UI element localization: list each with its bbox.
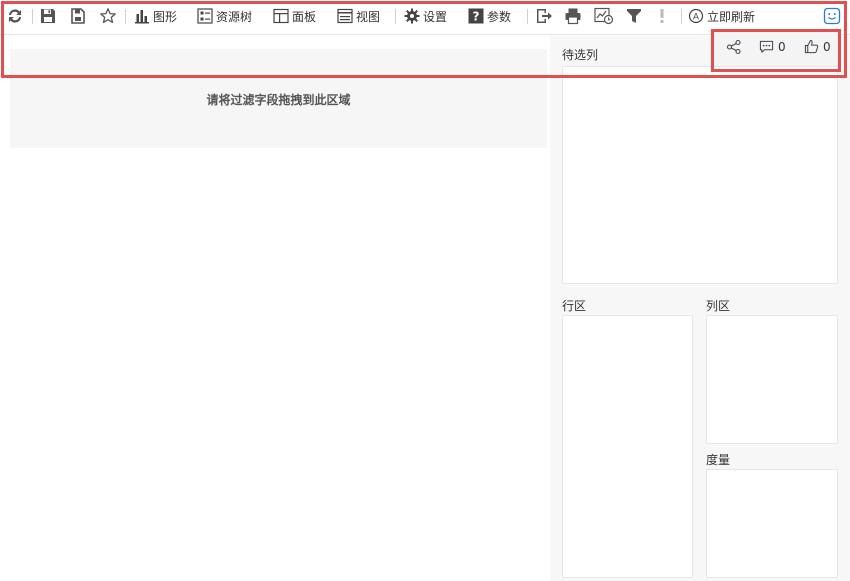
auto-refresh-icon: A xyxy=(688,8,704,24)
candidates-label: 待选列 xyxy=(562,48,599,62)
measures-label: 度量 xyxy=(706,453,731,467)
toolbar-divider xyxy=(527,9,528,24)
svg-text:A: A xyxy=(693,13,700,23)
comment-button[interactable]: 0 xyxy=(759,39,786,54)
settings-button[interactable]: 设置 xyxy=(404,5,447,27)
chart-button[interactable]: 图形 xyxy=(134,5,177,27)
resource-tree-label: 资源树 xyxy=(216,9,253,24)
resource-tree-icon xyxy=(197,8,213,24)
schedule-chart-icon[interactable] xyxy=(594,5,614,27)
columns-drop-area[interactable] xyxy=(706,315,838,444)
thumbs-up-icon xyxy=(804,39,819,54)
view-icon xyxy=(337,8,353,24)
share-button[interactable] xyxy=(726,39,742,55)
svg-text:?: ? xyxy=(473,10,480,24)
bar-chart-icon xyxy=(135,10,149,24)
assistant-face-icon[interactable] xyxy=(823,5,841,27)
filter-icon[interactable] xyxy=(625,5,643,27)
alert-icon[interactable] xyxy=(655,5,669,27)
comment-icon xyxy=(759,40,774,53)
share-icon xyxy=(726,39,741,55)
refresh-now-button[interactable]: A 立即刷新 xyxy=(688,5,755,27)
panel-button[interactable]: 面板 xyxy=(273,5,316,27)
filter-drop-hint: 请将过滤字段拖拽到此区域 xyxy=(206,93,351,107)
rows-label: 行区 xyxy=(562,299,587,313)
params-label: 参数 xyxy=(487,9,512,24)
settings-label: 设置 xyxy=(423,9,448,24)
panel-layout-icon xyxy=(273,8,289,24)
params-button[interactable]: ? 参数 xyxy=(468,5,511,27)
print-icon[interactable] xyxy=(564,5,582,27)
columns-label: 列区 xyxy=(706,299,731,313)
toolbar-divider xyxy=(395,9,396,24)
panel-label: 面板 xyxy=(292,9,317,24)
question-icon: ? xyxy=(468,8,484,24)
export-icon[interactable] xyxy=(535,5,553,27)
filter-drop-zone[interactable]: 请将过滤字段拖拽到此区域 xyxy=(10,49,547,148)
save-icon[interactable] xyxy=(39,5,57,27)
toolbar-divider xyxy=(32,9,33,24)
toolbar-divider xyxy=(125,9,126,24)
chart-label: 图形 xyxy=(153,9,178,24)
like-count: 0 xyxy=(823,39,831,54)
comment-count: 0 xyxy=(778,39,786,54)
candidates-area[interactable] xyxy=(562,66,838,284)
refresh-now-label: 立即刷新 xyxy=(707,9,756,24)
view-button[interactable]: 视图 xyxy=(337,5,380,27)
like-button[interactable]: 0 xyxy=(804,39,831,54)
view-label: 视图 xyxy=(356,9,381,24)
favorite-star-icon[interactable] xyxy=(99,5,117,27)
resource-tree-button[interactable]: 资源树 xyxy=(197,5,252,27)
refresh-icon[interactable] xyxy=(6,5,24,27)
toolbar-divider xyxy=(681,9,682,24)
measures-drop-area[interactable] xyxy=(706,469,838,578)
rows-drop-area[interactable] xyxy=(562,315,693,578)
save-as-icon[interactable] xyxy=(69,5,87,27)
gear-icon xyxy=(404,8,420,24)
